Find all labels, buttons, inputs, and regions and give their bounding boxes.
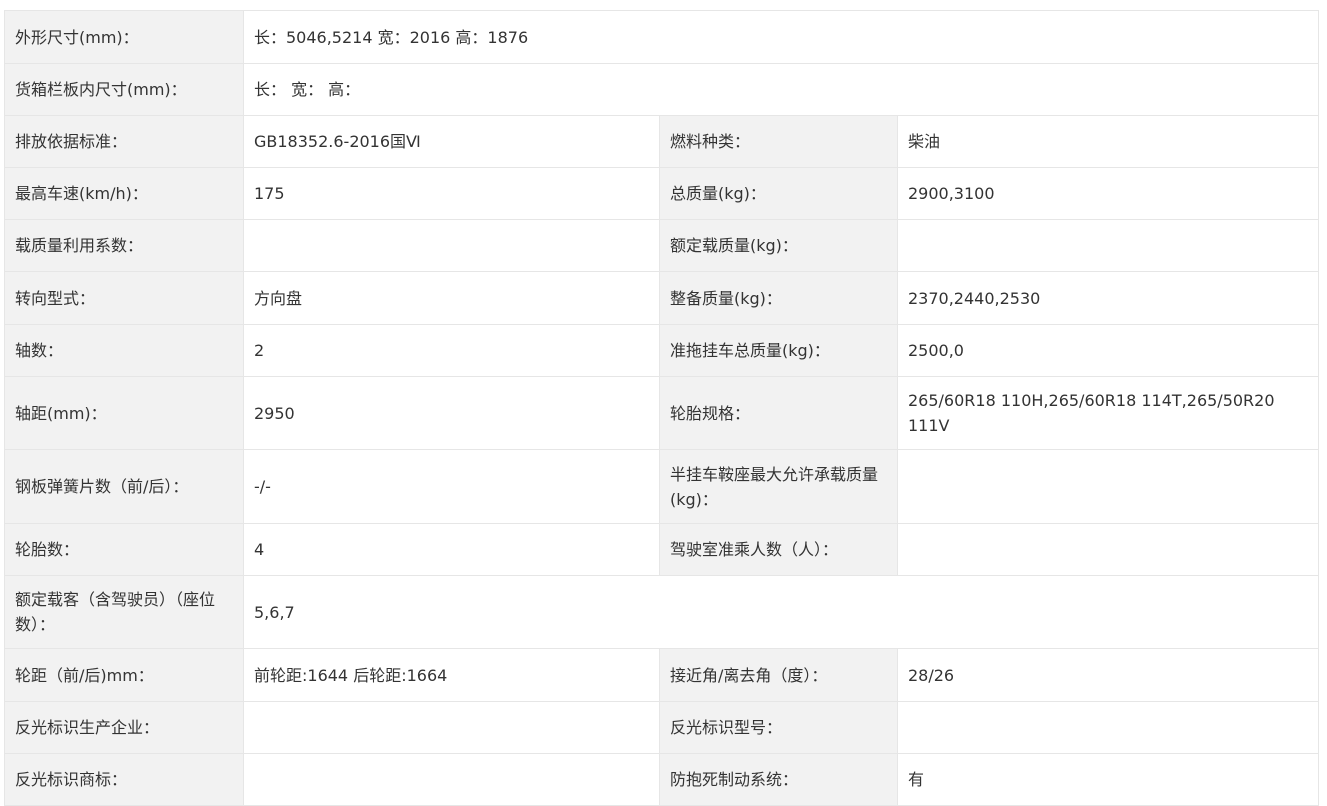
spec-value: 2370,2440,2530 [896, 271, 1320, 325]
spec-row: 货箱栏板内尺寸(mm)： 长： 宽： 高： [4, 63, 1320, 116]
spec-label: 转向型式： [4, 271, 244, 325]
spec-label: 最高车速(km/h)： [4, 167, 244, 220]
spec-row: 反光标识商标： 防抱死制动系统：有 [4, 753, 1320, 806]
vehicle-spec-table: 外形尺寸(mm)： 长：5046,5214 宽：2016 高：1876 货箱栏板内尺… [4, 10, 1320, 806]
spec-value [896, 701, 1320, 754]
spec-value: 4 [243, 523, 660, 576]
spec-label: 防抱死制动系统： [659, 753, 898, 806]
spec-label: 半挂车鞍座最大允许承载质量(kg)： [659, 449, 898, 524]
spec-label: 驾驶室准乘人数（人）： [659, 523, 898, 576]
spec-value: 2950 [243, 376, 660, 450]
spec-row: 反光标识生产企业： 反光标识型号： [4, 701, 1320, 754]
spec-table-body: 外形尺寸(mm)： 长：5046,5214 宽：2016 高：1876 货箱栏板内尺… [4, 10, 1320, 806]
spec-label: 轴距(mm)： [4, 376, 244, 450]
spec-value: 28/26 [896, 648, 1320, 702]
spec-row: 转向型式： 方向盘 整备质量(kg)： 2370,2440,2530 [4, 271, 1320, 325]
spec-label: 外形尺寸(mm)： [4, 10, 244, 64]
spec-row: 钢板弹簧片数（前/后）： -/- 半挂车鞍座最大允许承载质量(kg)： [4, 449, 1320, 524]
spec-table-container: 外形尺寸(mm)： 长：5046,5214 宽：2016 高：1876 货箱栏板内尺… [4, 10, 1320, 806]
spec-value [243, 219, 660, 272]
spec-label: 接近角/离去角（度）： [659, 648, 898, 702]
spec-label: 轮胎规格： [659, 376, 898, 450]
spec-row: 轮距（前/后)mm： 前轮距:1644 后轮距:1664 接近角/离去角（度）： 28… [4, 648, 1320, 702]
spec-label: 载质量利用系数： [4, 219, 244, 272]
spec-row: 额定载客（含驾驶员）（座位数）： 5,6,7 [4, 575, 1320, 649]
spec-label: 整备质量(kg)： [659, 271, 898, 325]
spec-row: 轴距(mm)： 2950 轮胎规格： 265/60R18 110H,265/60R18… [4, 376, 1320, 450]
spec-value [896, 449, 1320, 524]
spec-row: 排放依据标准： GB18352.6-2016国Ⅵ 燃料种类： 柴油 [4, 115, 1320, 168]
spec-value: 2900,3100 [896, 167, 1320, 220]
spec-label: 轴数： [4, 324, 244, 377]
spec-label: 货箱栏板内尺寸(mm)： [4, 63, 244, 116]
spec-value [896, 523, 1320, 576]
spec-label: 燃料种类： [659, 115, 898, 168]
spec-label: 排放依据标准： [4, 115, 244, 168]
spec-row: 最高车速(km/h)： 175 总质量(kg)： 2900,3100 [4, 167, 1320, 220]
spec-value: -/- [243, 449, 660, 524]
spec-label: 反光标识商标： [4, 753, 244, 806]
spec-row: 外形尺寸(mm)： 长：5046,5214 宽：2016 高：1876 [4, 10, 1320, 64]
spec-value: GB18352.6-2016国Ⅵ [243, 115, 660, 168]
spec-label: 反光标识生产企业： [4, 701, 244, 754]
spec-value: 长：5046,5214 宽：2016 高：1876 [242, 10, 1320, 64]
spec-label: 额定载客（含驾驶员）（座位数）： [4, 575, 244, 649]
spec-label: 钢板弹簧片数（前/后）： [4, 449, 244, 524]
spec-label: 准拖挂车总质量(kg)： [659, 324, 898, 377]
spec-value [896, 219, 1320, 272]
spec-value [243, 701, 660, 754]
spec-value: 2500,0 [896, 324, 1320, 377]
spec-value: 前轮距:1644 后轮距:1664 [243, 648, 660, 702]
spec-label: 轮胎数： [4, 523, 244, 576]
spec-value: 有 [896, 753, 1320, 806]
spec-value: 5,6,7 [242, 575, 1320, 649]
spec-value: 175 [243, 167, 660, 220]
spec-label: 总质量(kg)： [659, 167, 898, 220]
spec-value: 2 [243, 324, 660, 377]
spec-value: 长： 宽： 高： [242, 63, 1320, 116]
spec-label: 额定载质量(kg)： [659, 219, 898, 272]
spec-value [243, 753, 660, 806]
spec-row: 轮胎数： 4 驾驶室准乘人数（人）： [4, 523, 1320, 576]
spec-label: 反光标识型号： [659, 701, 898, 754]
spec-value: 柴油 [896, 115, 1320, 168]
spec-label: 轮距（前/后)mm： [4, 648, 244, 702]
spec-value: 265/60R18 110H,265/60R18 114T,265/50R20 … [896, 376, 1320, 450]
spec-row: 载质量利用系数： 额定载质量(kg)： [4, 219, 1320, 272]
spec-value: 方向盘 [243, 271, 660, 325]
spec-row: 轴数： 2 准拖挂车总质量(kg)： 2500,0 [4, 324, 1320, 377]
